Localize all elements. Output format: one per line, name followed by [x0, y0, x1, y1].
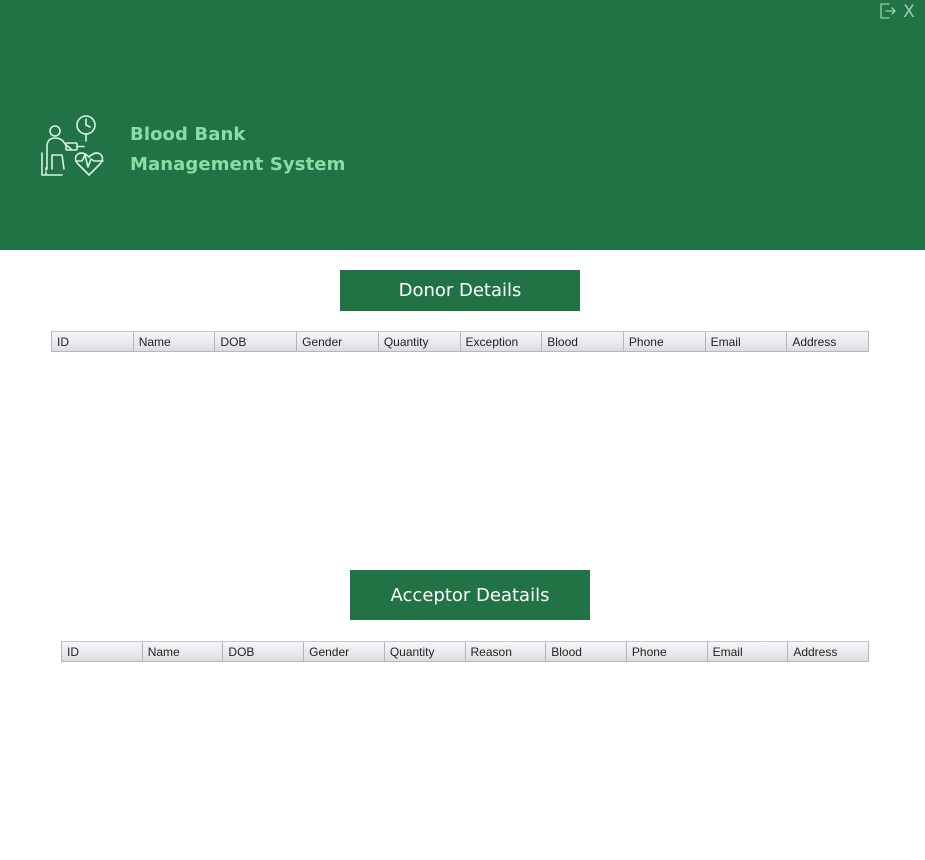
acceptor-details-button[interactable]: Acceptor Deatails	[350, 570, 590, 620]
close-button[interactable]: X	[901, 1, 917, 23]
donor-col-quantity[interactable]: Quantity	[379, 332, 461, 351]
exit-icon[interactable]	[878, 1, 898, 21]
donor-col-id[interactable]: ID	[52, 332, 134, 351]
acceptor-col-dob[interactable]: DOB	[223, 642, 305, 661]
acceptor-col-address[interactable]: Address	[788, 642, 868, 661]
donor-col-blood[interactable]: Blood	[542, 332, 624, 351]
donor-col-exception[interactable]: Exception	[461, 332, 543, 351]
acceptor-col-gender[interactable]: Gender	[304, 642, 385, 661]
donor-table-body[interactable]	[51, 352, 869, 542]
donor-col-gender[interactable]: Gender	[297, 332, 379, 351]
donor-col-name[interactable]: Name	[134, 332, 216, 351]
acceptor-table-header: ID Name DOB Gender Quantity Reason Blood…	[61, 641, 869, 662]
acceptor-col-quantity[interactable]: Quantity	[385, 642, 466, 661]
donor-details-button[interactable]: Donor Details	[340, 270, 580, 311]
donor-col-address[interactable]: Address	[787, 332, 868, 351]
acceptor-col-phone[interactable]: Phone	[627, 642, 708, 661]
donor-col-phone[interactable]: Phone	[624, 332, 706, 351]
app-window: Blood Bank Management System X Donor Det…	[0, 0, 925, 860]
acceptor-col-id[interactable]: ID	[62, 642, 143, 661]
acceptor-col-name[interactable]: Name	[143, 642, 224, 661]
app-title-line-1: Blood Bank	[130, 124, 246, 145]
acceptor-col-email[interactable]: Email	[708, 642, 789, 661]
blood-donor-icon	[41, 115, 104, 176]
acceptor-table-body[interactable]	[61, 662, 869, 842]
header-banner: Blood Bank Management System X	[0, 0, 925, 250]
donor-table-header: ID Name DOB Gender Quantity Exception Bl…	[51, 331, 869, 352]
acceptor-col-reason[interactable]: Reason	[466, 642, 547, 661]
donor-col-email[interactable]: Email	[706, 332, 788, 351]
app-title-line-2: Management System	[130, 154, 346, 175]
donor-col-dob[interactable]: DOB	[215, 332, 298, 351]
acceptor-col-blood[interactable]: Blood	[546, 642, 627, 661]
